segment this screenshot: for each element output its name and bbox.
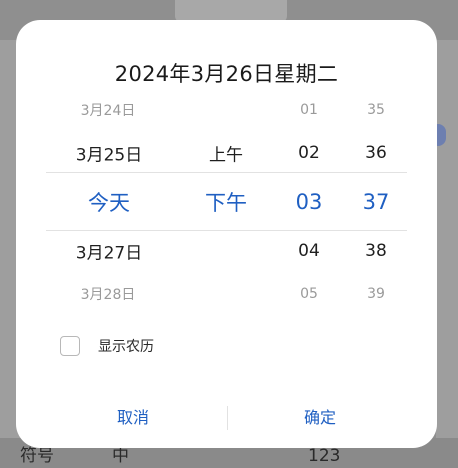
dialog-title: 2024年3月26日星期二 (114, 62, 339, 86)
show-lunar-option[interactable]: 显示农历 (60, 336, 154, 356)
show-lunar-checkbox[interactable] (60, 336, 80, 356)
ampm-option[interactable]: 上午 (209, 141, 243, 166)
hour-option[interactable]: 05 (300, 286, 318, 302)
date-option[interactable]: 3月28日 (81, 284, 136, 304)
hour-option[interactable]: 04 (298, 241, 320, 261)
selection-line-top (46, 172, 407, 173)
dialog-actions: 取消 确定 (16, 402, 437, 434)
date-option-selected[interactable]: 今天 (88, 187, 130, 217)
date-option[interactable]: 3月24日 (81, 100, 136, 120)
cancel-button[interactable]: 取消 (73, 402, 193, 434)
minute-option[interactable]: 36 (365, 143, 387, 163)
date-option[interactable]: 3月27日 (76, 239, 142, 264)
date-time-picker: 3月24日 3月25日 今天 3月27日 3月28日 上午 下午 01 02 0… (16, 96, 437, 316)
show-lunar-label: 显示农历 (98, 339, 154, 355)
minute-option[interactable]: 35 (367, 102, 385, 118)
background-top-bar (175, 0, 287, 22)
hour-option[interactable]: 02 (298, 143, 320, 163)
hour-option-selected[interactable]: 03 (296, 190, 323, 214)
date-option[interactable]: 3月25日 (76, 141, 142, 166)
ampm-option-selected[interactable]: 下午 (205, 187, 247, 217)
keyboard-key-numbers: 123 (308, 446, 341, 466)
hour-option[interactable]: 01 (300, 102, 318, 118)
confirm-button[interactable]: 确定 (260, 402, 380, 434)
minute-option[interactable]: 39 (367, 286, 385, 302)
action-divider (227, 406, 228, 430)
date-time-picker-dialog: 2024年3月26日星期二 3月24日 3月25日 今天 3月27日 3月28日… (16, 20, 437, 448)
minute-option-selected[interactable]: 37 (363, 190, 390, 214)
minute-option[interactable]: 38 (365, 241, 387, 261)
background-right-panel (436, 40, 458, 440)
selection-line-bottom (46, 230, 407, 231)
